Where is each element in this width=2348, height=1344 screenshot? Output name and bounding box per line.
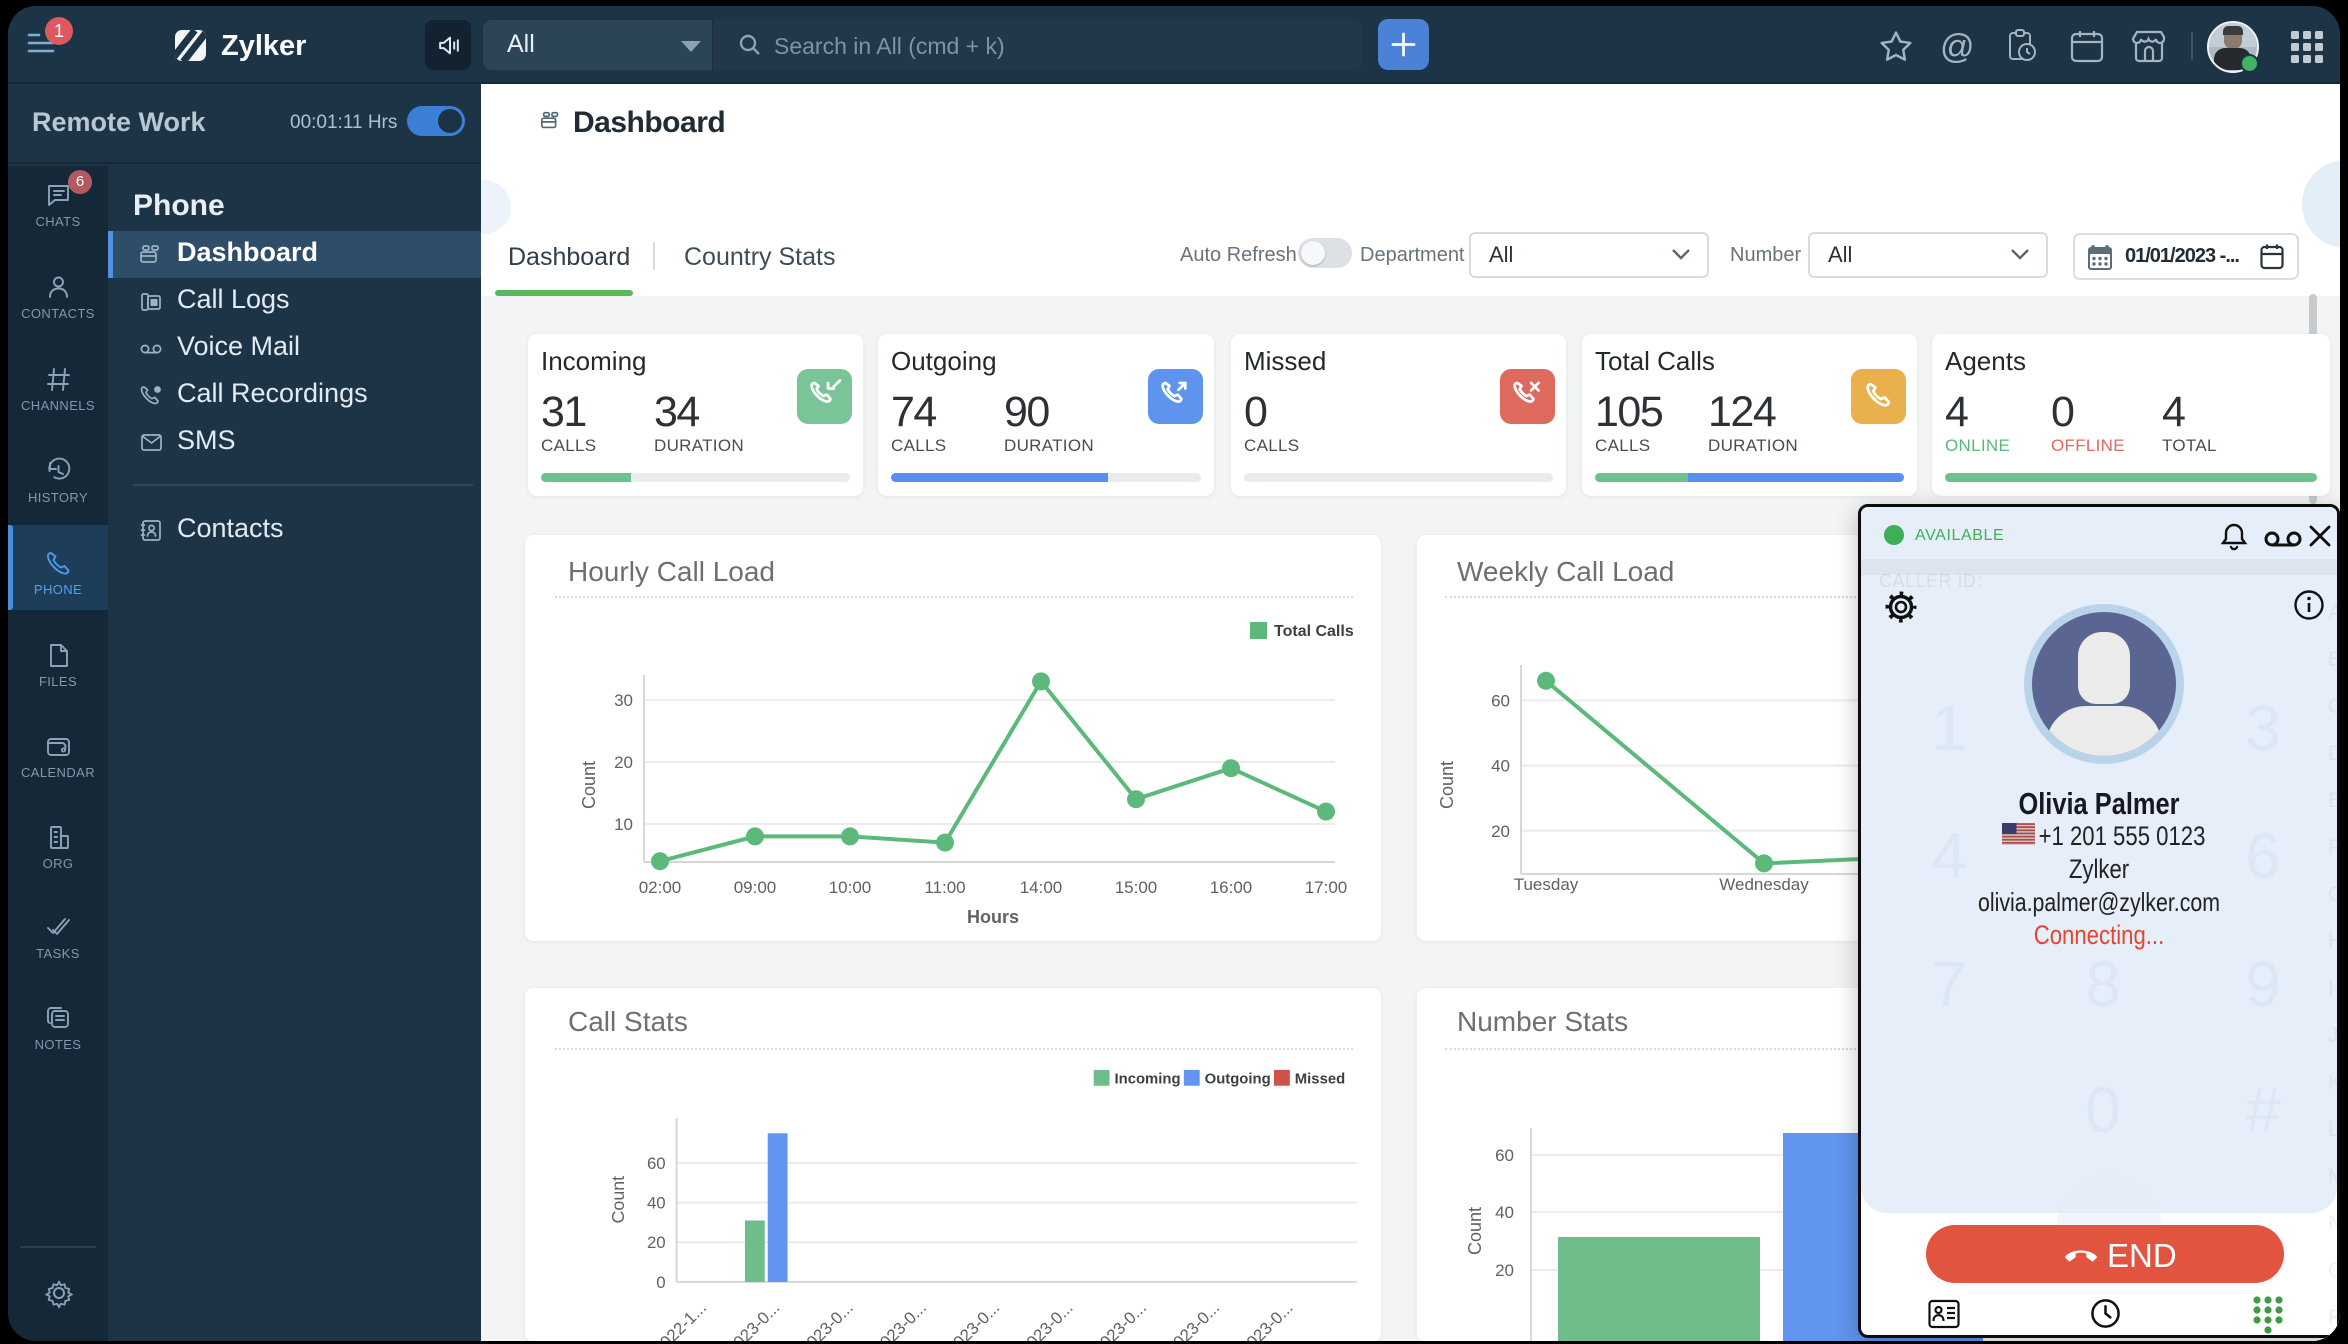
svg-text:20: 20 (1495, 1261, 1514, 1280)
svg-text:Hours: Hours (967, 907, 1019, 927)
svg-text:11:00: 11:00 (924, 878, 965, 897)
svg-text:2023-0...: 2023-0... (1163, 1298, 1223, 1341)
svg-text:40: 40 (1495, 1203, 1514, 1222)
svg-text:30: 30 (614, 691, 633, 710)
svg-text:02:00: 02:00 (639, 878, 682, 897)
svg-text:Count: Count (1437, 761, 1457, 809)
svg-text:Incoming: Incoming (1114, 1072, 1180, 1088)
svg-text:60: 60 (1491, 691, 1510, 710)
svg-text:Count: Count (608, 1176, 628, 1224)
svg-text:Missed: Missed (1295, 1072, 1345, 1088)
svg-text:09:00: 09:00 (734, 878, 777, 897)
svg-text:Outgoing: Outgoing (1205, 1072, 1271, 1088)
svg-text:Total Calls: Total Calls (1274, 623, 1354, 640)
svg-text:15:00: 15:00 (1115, 878, 1158, 897)
svg-text:60: 60 (1495, 1146, 1514, 1165)
svg-text:2023-0...: 2023-0... (1236, 1298, 1296, 1341)
svg-text:Count: Count (579, 761, 599, 809)
svg-text:2023-0...: 2023-0... (796, 1298, 856, 1341)
svg-text:2023-0...: 2023-0... (943, 1298, 1003, 1341)
svg-text:10: 10 (614, 815, 633, 834)
svg-text:2023-0...: 2023-0... (1090, 1298, 1150, 1341)
svg-text:40: 40 (647, 1194, 666, 1213)
svg-text:17:00: 17:00 (1305, 878, 1348, 897)
svg-text:Tuesday: Tuesday (1514, 875, 1579, 894)
svg-text:20: 20 (647, 1233, 666, 1252)
svg-text:40: 40 (1491, 757, 1510, 776)
svg-text:2022-1...: 2022-1... (650, 1298, 710, 1341)
svg-text:Count: Count (1465, 1207, 1485, 1255)
svg-text:60: 60 (647, 1154, 666, 1173)
svg-text:14:00: 14:00 (1020, 878, 1063, 897)
svg-text:2023-0...: 2023-0... (870, 1298, 930, 1341)
svg-text:2023-0...: 2023-0... (1016, 1298, 1076, 1341)
svg-text:10:00: 10:00 (829, 878, 872, 897)
svg-text:2023-0...: 2023-0... (723, 1298, 783, 1341)
svg-text:20: 20 (1491, 822, 1510, 841)
svg-text:16:00: 16:00 (1210, 878, 1253, 897)
svg-text:0: 0 (656, 1273, 665, 1292)
svg-text:20: 20 (614, 753, 633, 772)
svg-text:Wednesday: Wednesday (1719, 875, 1809, 894)
